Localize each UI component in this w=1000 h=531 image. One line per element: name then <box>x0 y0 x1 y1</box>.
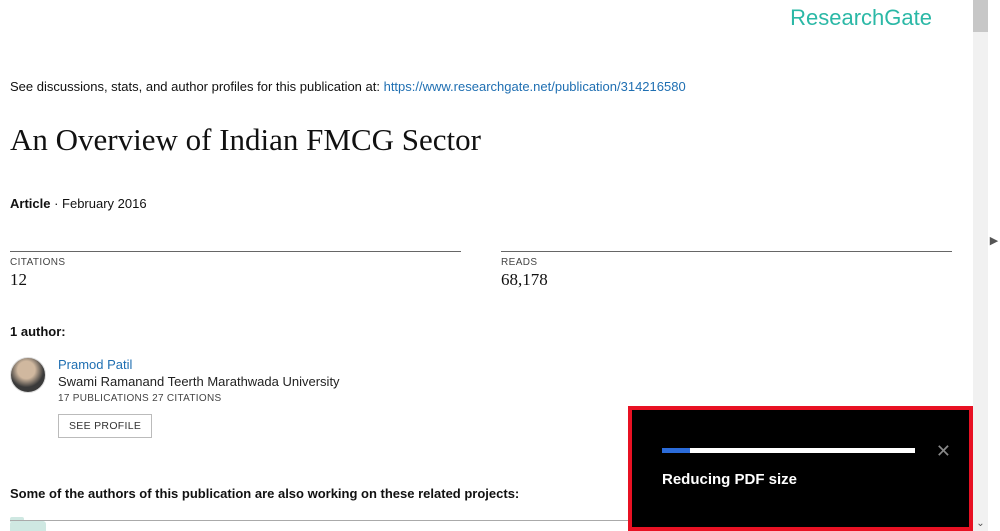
discussion-prefix: See discussions, stats, and author profi… <box>10 79 384 94</box>
side-expand-arrow-icon[interactable]: ▶ <box>988 230 1000 250</box>
author-name-link[interactable]: Pramod Patil <box>58 357 340 372</box>
progress-label: Reducing PDF size <box>662 471 949 488</box>
publication-url-link[interactable]: https://www.researchgate.net/publication… <box>384 79 686 94</box>
reads-label: READS <box>501 257 952 268</box>
publication-meta: Article · February 2016 <box>10 196 952 211</box>
citations-label: CITATIONS <box>10 257 461 268</box>
author-pubs-line: 17 PUBLICATIONS 27 CITATIONS <box>58 393 340 404</box>
meta-separator: · <box>50 196 62 211</box>
scrollbar-down-icon[interactable]: ⌄ <box>973 516 988 531</box>
discussion-line: See discussions, stats, and author profi… <box>10 79 952 94</box>
author-info: Pramod Patil Swami Ramanand Teerth Marat… <box>58 357 340 438</box>
author-count: 1 author: <box>10 324 952 339</box>
vertical-scrollbar[interactable]: ⌄ <box>973 0 988 531</box>
citations-block: CITATIONS 12 <box>10 251 461 290</box>
stats-row: CITATIONS 12 READS 68,178 <box>10 251 952 290</box>
progress-bar-track <box>662 448 915 453</box>
reads-block: READS 68,178 <box>501 251 952 290</box>
brand-logo[interactable]: ResearchGate <box>10 0 952 31</box>
scrollbar-thumb[interactable] <box>973 0 988 32</box>
progress-toast: ✕ Reducing PDF size <box>628 406 973 531</box>
citations-value: 12 <box>10 270 461 290</box>
publication-type: Article <box>10 196 50 211</box>
see-profile-button[interactable]: SEE PROFILE <box>58 414 152 438</box>
close-icon[interactable]: ✕ <box>936 442 951 460</box>
publication-date: February 2016 <box>62 196 147 211</box>
author-avatar[interactable] <box>10 357 46 393</box>
author-affiliation: Swami Ramanand Teerth Marathwada Univers… <box>58 374 340 389</box>
progress-bar-fill <box>662 448 690 453</box>
reads-value: 68,178 <box>501 270 952 290</box>
project-folder-icon: Project <box>10 521 46 531</box>
publication-title: An Overview of Indian FMCG Sector <box>10 122 952 158</box>
